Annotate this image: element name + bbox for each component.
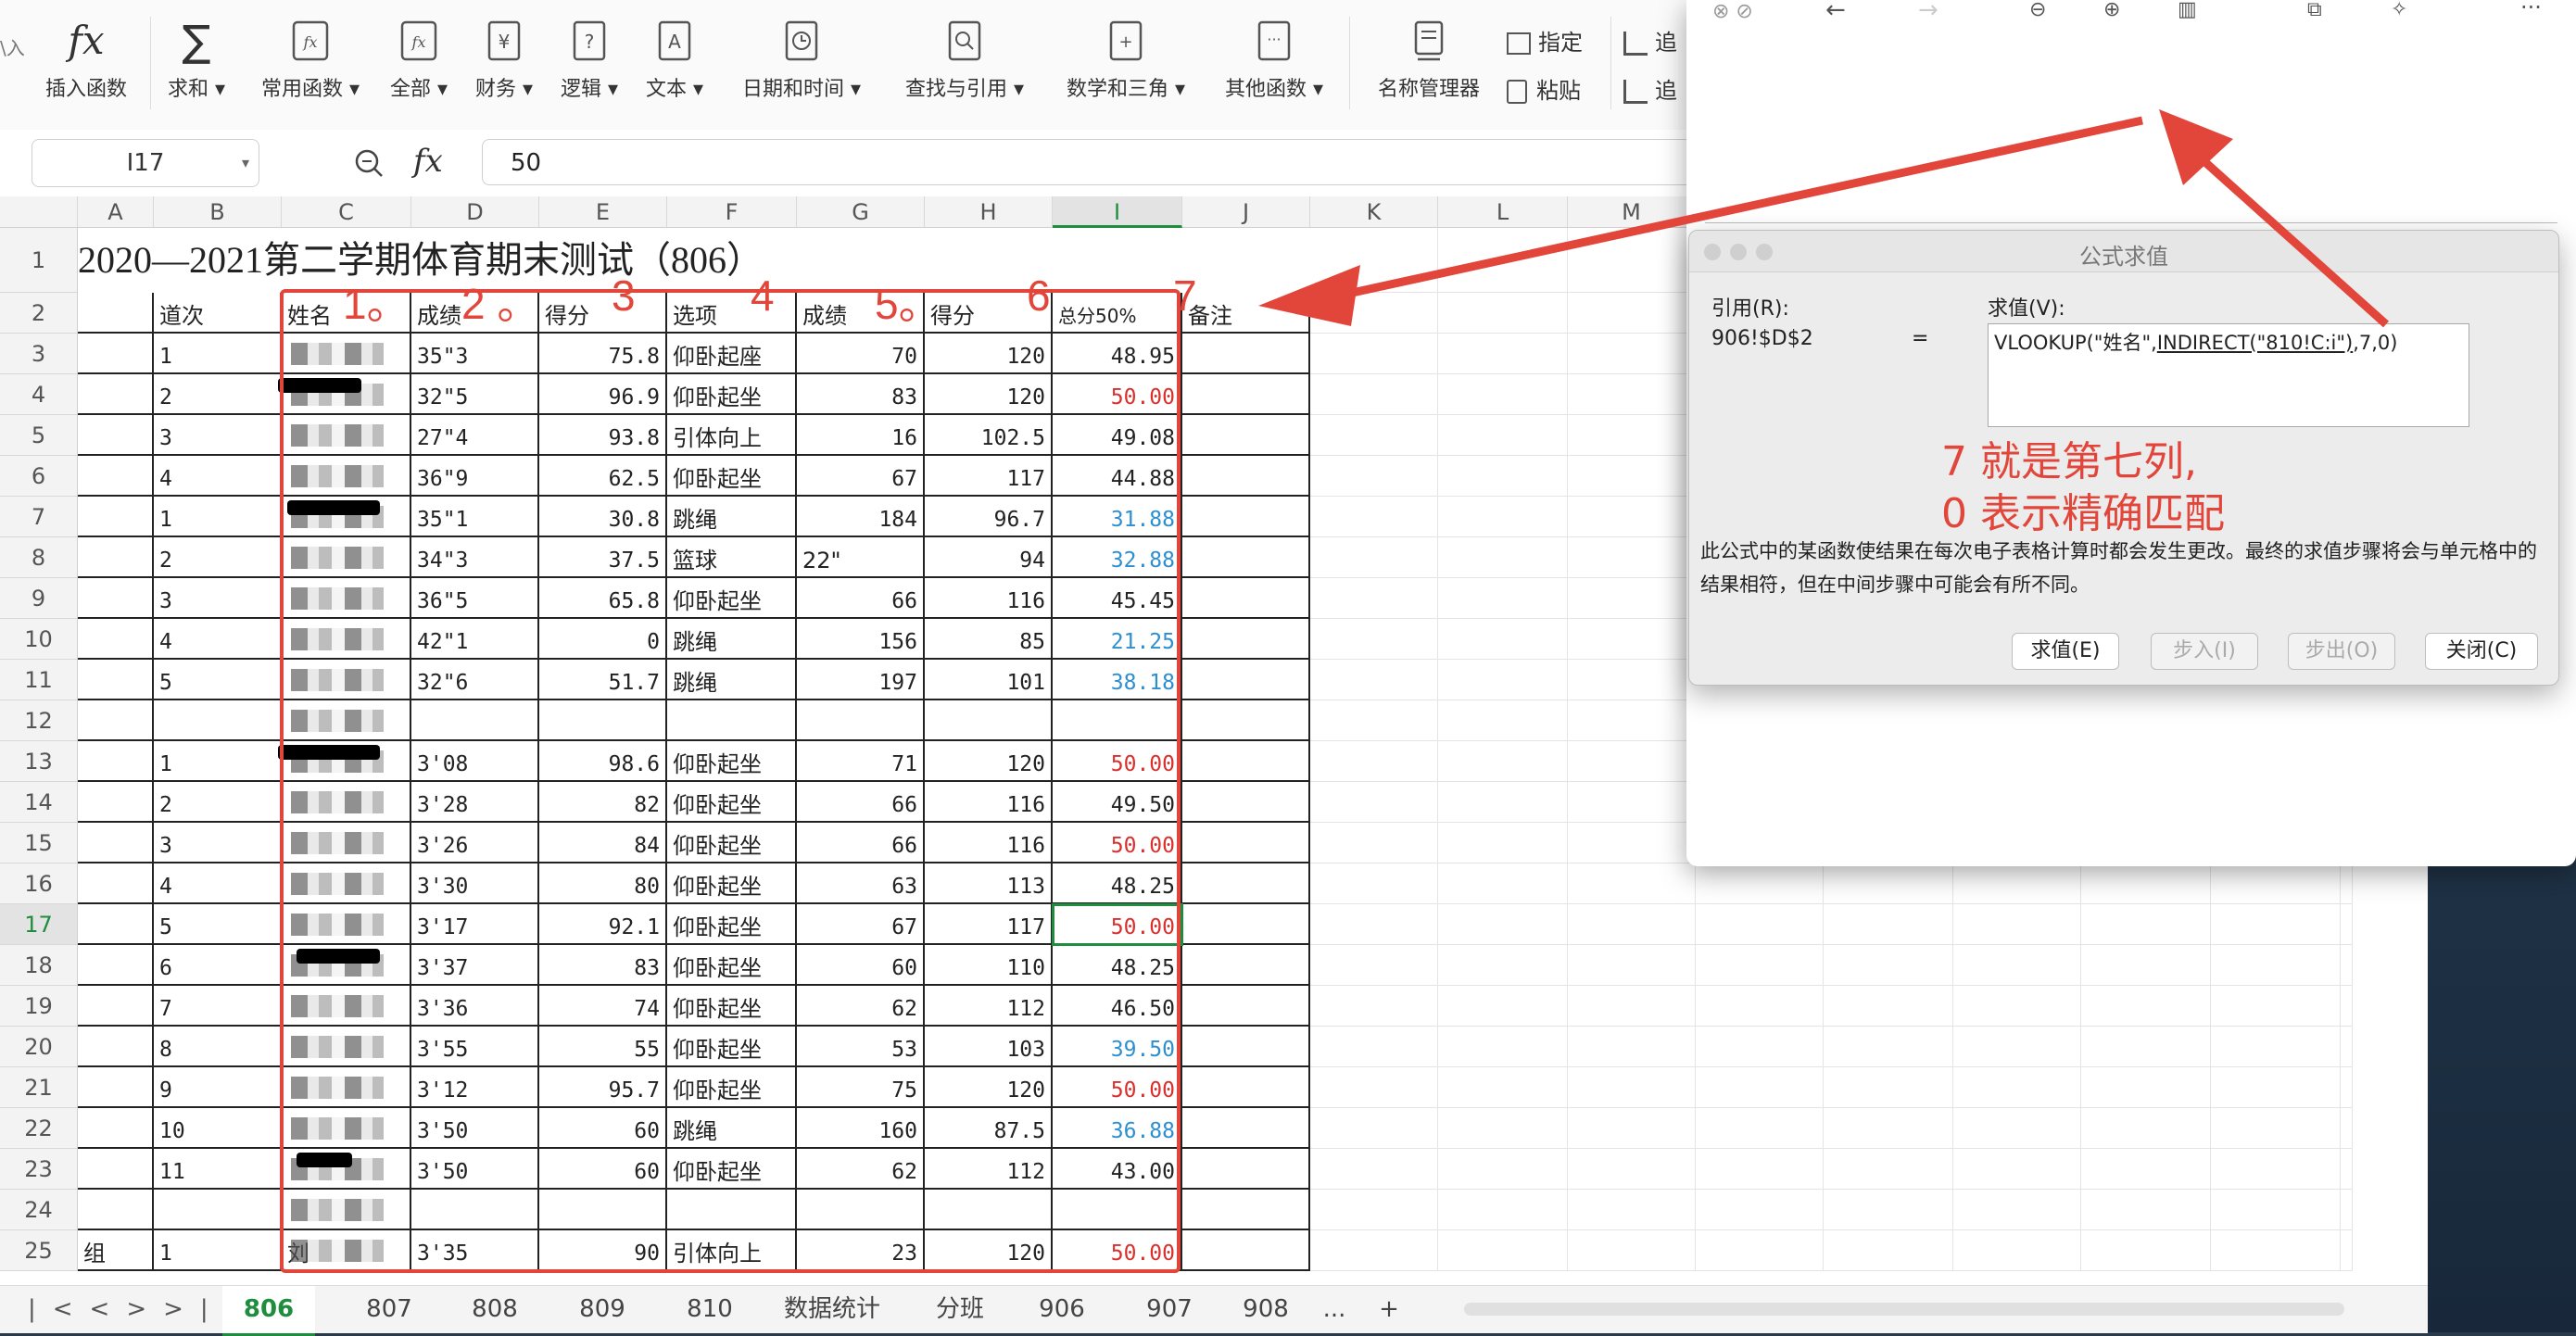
arrow-to-viewer [2194,152,2390,328]
arrow-to-table [1343,116,2143,299]
arrowhead [1258,265,1360,326]
annotation-arrows [1258,109,2390,328]
